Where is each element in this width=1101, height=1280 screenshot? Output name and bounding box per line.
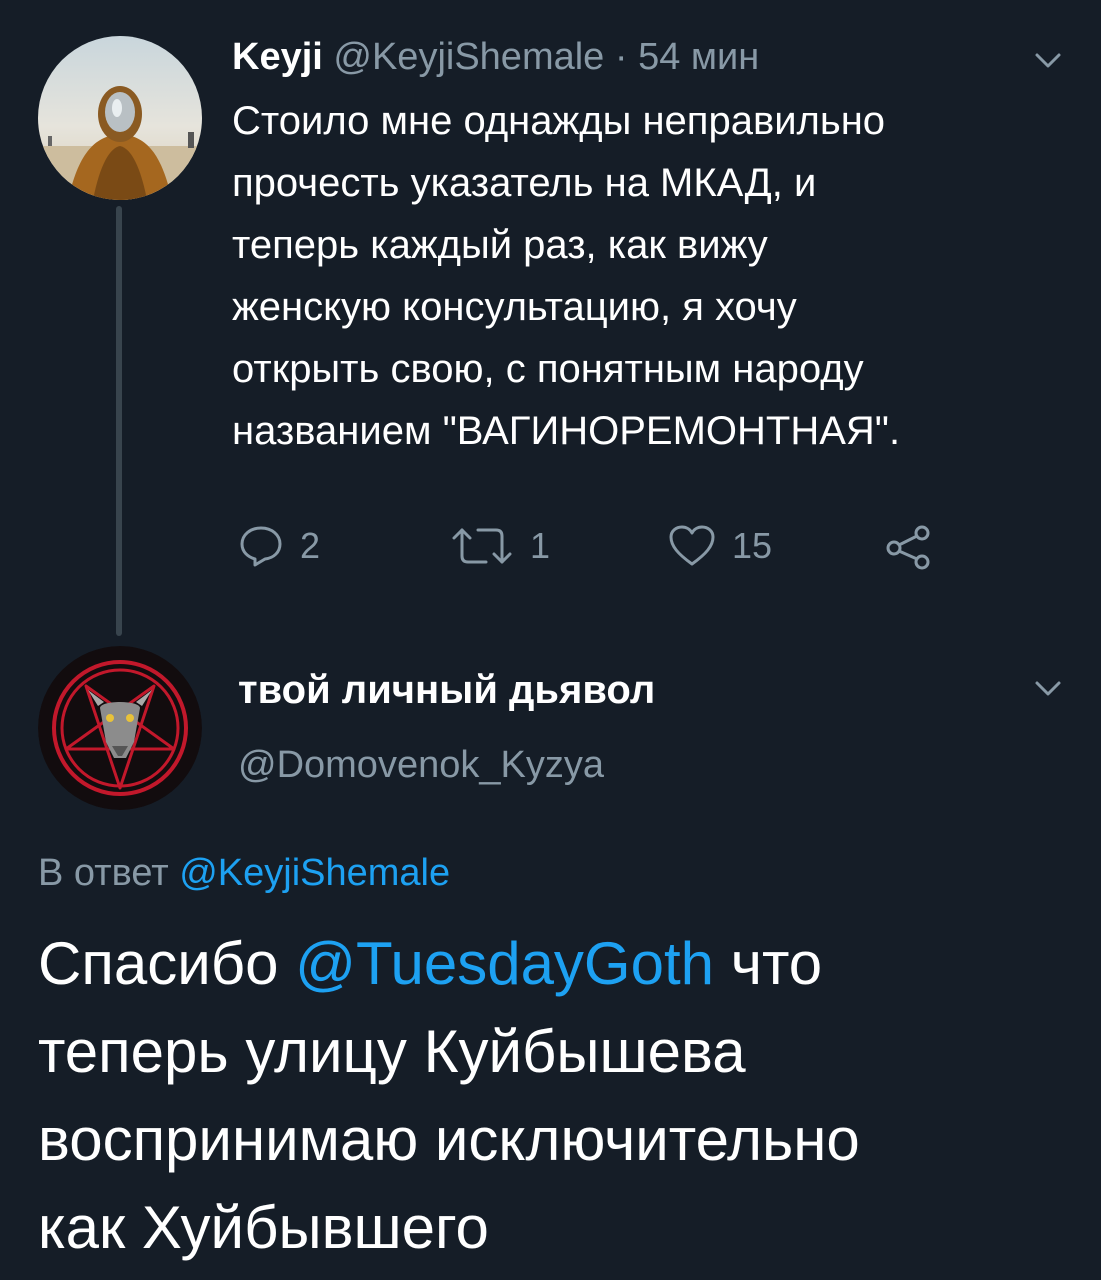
author-name[interactable]: Keyji	[232, 36, 323, 78]
reply-to-mention[interactable]: @KeyjiShemale	[179, 852, 450, 894]
avatar[interactable]	[38, 646, 202, 810]
like-count: 15	[732, 525, 773, 566]
retweet-button[interactable]: 1	[450, 524, 550, 568]
tweet-text-line: прочесть указатель на МКАД, и	[232, 161, 817, 205]
thread-connector	[116, 206, 122, 636]
reply-count: 2	[300, 525, 321, 566]
tweet-text-line: женскую консультацию, я хочу	[232, 285, 797, 329]
separator: ·	[614, 36, 628, 78]
tweet-text-line: как Хуйбывшего	[38, 1194, 489, 1261]
reply-icon	[240, 526, 282, 567]
author-handle[interactable]: @KeyjiShemale	[333, 36, 604, 78]
tweet-text: Спасибо @TuesdayGoth что теперь улицу Ку…	[38, 920, 1078, 1272]
retweet-count: 1	[530, 525, 551, 566]
chevron-down-icon[interactable]	[1034, 52, 1062, 70]
like-button[interactable]: 15	[668, 524, 772, 568]
tweet-text-line: открыть свою, с понятным народу	[232, 347, 864, 391]
tweet-text-fragment: что	[730, 930, 823, 997]
tweet-text-line: теперь улицу Куйбышева	[38, 1018, 746, 1085]
tweet-text-line: Спасибо @TuesdayGoth что	[38, 920, 1078, 1008]
share-button[interactable]	[884, 524, 934, 570]
chevron-down-icon[interactable]	[1034, 680, 1062, 698]
mention-link[interactable]: @TuesdayGoth	[295, 930, 714, 997]
reply-context: В ответ @KeyjiShemale	[38, 852, 450, 895]
tweet-header: Keyji @KeyjiShemale · 54 мин	[232, 34, 759, 80]
tweet-text-line: Стоило мне однажды неправильно	[232, 99, 886, 143]
reply-to-label: В ответ	[38, 852, 169, 894]
reply-button[interactable]: 2	[238, 524, 320, 568]
tweet-text-line: названием "ВАГИНОРЕМОНТНАЯ".	[232, 409, 901, 453]
timestamp[interactable]: 54 мин	[638, 36, 759, 78]
tweet-text: Стоило мне однажды неправильно прочесть …	[232, 90, 1052, 462]
author-name[interactable]: твой личный дьявол	[238, 668, 655, 713]
avatar[interactable]	[38, 36, 202, 200]
retweet-icon	[452, 528, 512, 564]
tweet-text-line: теперь каждый раз, как вижу	[232, 223, 768, 267]
share-icon	[886, 525, 930, 570]
tweet-text-fragment: Спасибо	[38, 930, 279, 997]
author-handle[interactable]: @Domovenok_Kyzya	[238, 744, 604, 787]
tweet-text-line: воспринимаю исключительно	[38, 1106, 860, 1173]
heart-icon	[669, 525, 715, 566]
